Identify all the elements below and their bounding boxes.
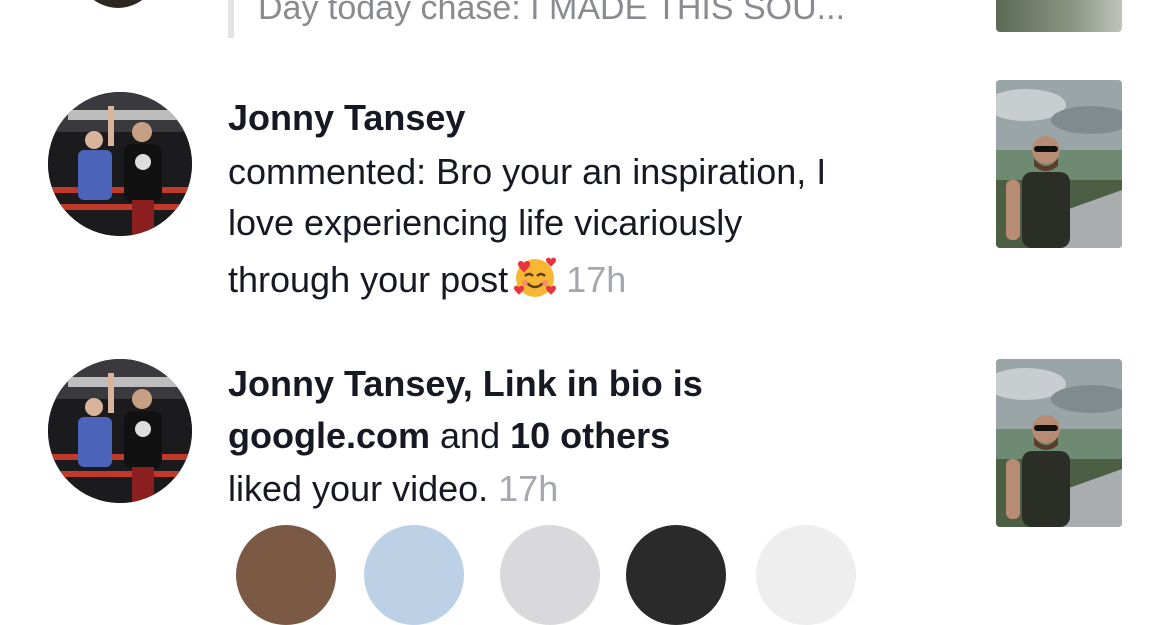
comment-timestamp: 17h	[566, 259, 627, 300]
likers-names[interactable]: Jonny Tansey, Link in bio is	[228, 360, 703, 408]
likes-timestamp: 17h	[498, 468, 559, 509]
likers-others-count[interactable]: 10 others	[510, 415, 670, 456]
comment-line-3: through your post 17h	[228, 254, 626, 306]
comment-line-3-text: through your post	[228, 259, 509, 300]
video-thumbnail-likes[interactable]	[996, 359, 1122, 527]
liker-avatar-5[interactable]	[756, 525, 856, 625]
commenter-name[interactable]: Jonny Tansey	[228, 94, 465, 142]
likers-line-2: google.com and 10 others	[228, 410, 670, 462]
avatar-jonny-tansey[interactable]	[48, 92, 192, 236]
video-thumbnail-comment[interactable]	[996, 80, 1122, 248]
liker-avatar-2[interactable]	[364, 525, 464, 625]
video-thumbnail-top[interactable]	[996, 0, 1122, 32]
likes-action: liked your video.	[228, 468, 489, 509]
smiling-face-with-hearts-icon	[512, 254, 558, 300]
comment-line-1: commented: Bro your an inspiration, I	[228, 151, 827, 192]
comment-line-2: love experiencing life vicariously	[228, 202, 743, 243]
liker-avatar-1[interactable]	[236, 525, 336, 625]
liker-avatar-3[interactable]	[500, 525, 600, 625]
avatar-top-partial[interactable]	[68, 0, 168, 8]
likes-line-3: liked your video. 17h	[228, 463, 558, 515]
quoted-caption: Day today chase: I MADE THIS SOU...	[258, 0, 846, 27]
likers-connector: and	[440, 415, 501, 456]
quote-divider	[228, 0, 234, 38]
liker-avatar-4[interactable]	[626, 525, 726, 625]
avatar-jonny-tansey-likes[interactable]	[48, 359, 192, 503]
liker-google[interactable]: google.com	[228, 415, 430, 456]
